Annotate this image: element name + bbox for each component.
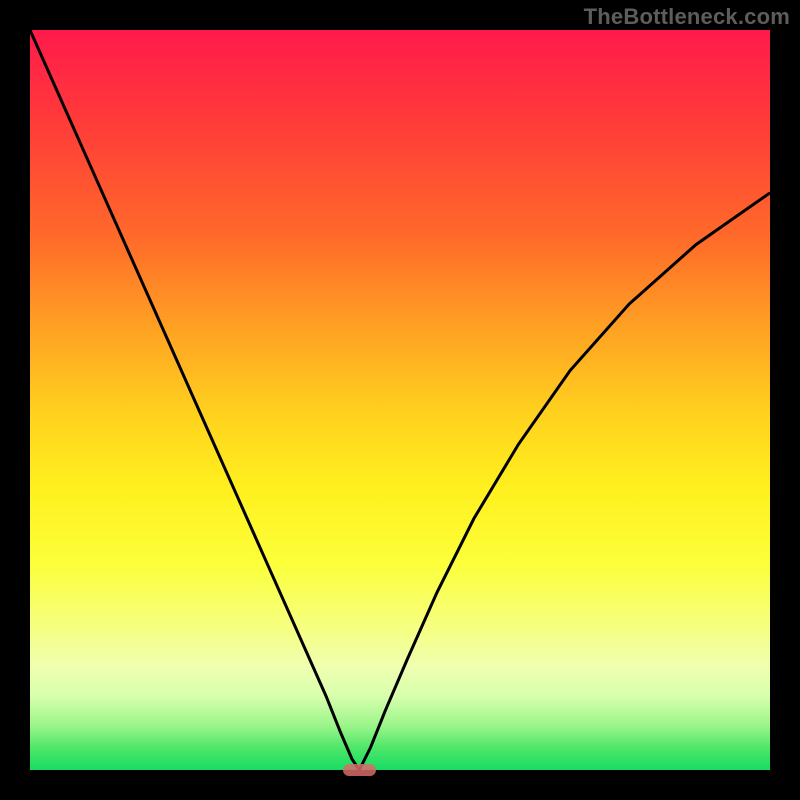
curve-svg	[30, 30, 770, 770]
watermark-text: TheBottleneck.com	[584, 4, 790, 30]
min-marker	[343, 764, 376, 776]
chart-frame: TheBottleneck.com	[0, 0, 800, 800]
curve-left	[30, 30, 359, 770]
plot-area	[30, 30, 770, 770]
curve-right	[359, 193, 770, 770]
